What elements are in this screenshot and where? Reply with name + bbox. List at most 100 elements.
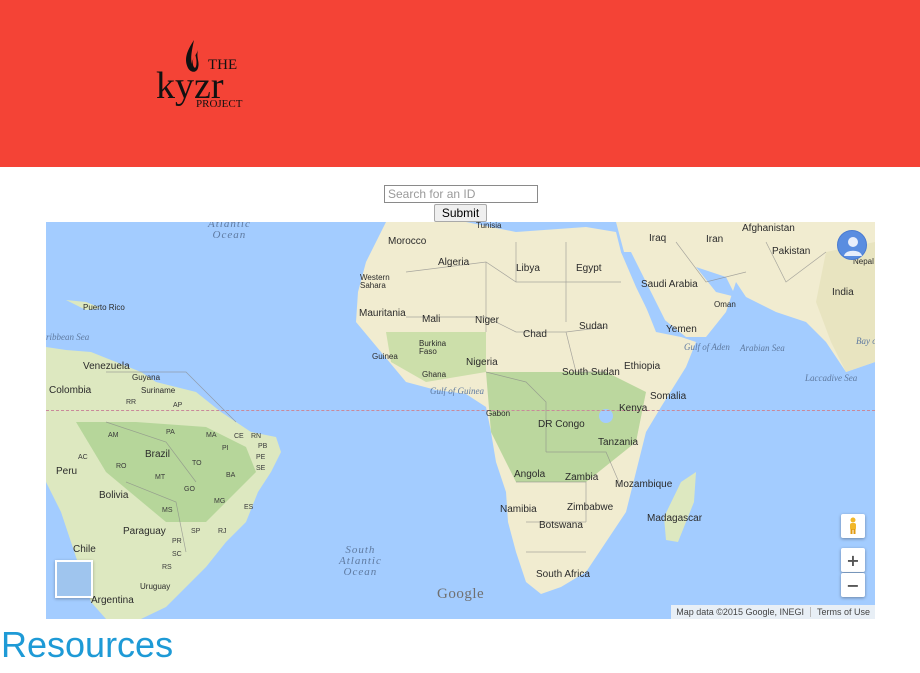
country-label: Guyana bbox=[132, 373, 161, 382]
country-label: Namibia bbox=[500, 504, 537, 515]
country-label: Paraguay bbox=[123, 526, 166, 537]
ocean-label-arabian-sea: Arabian Sea bbox=[740, 343, 785, 353]
country-label: South Sudan bbox=[562, 367, 620, 378]
svg-text:PROJECT: PROJECT bbox=[196, 98, 243, 110]
country-label: Ghana bbox=[422, 370, 447, 379]
state-label: GO bbox=[184, 486, 195, 493]
country-label: Mali bbox=[422, 314, 441, 325]
country-label: Mozambique bbox=[615, 479, 673, 490]
country-label: Uruguay bbox=[140, 582, 171, 591]
ocean-label-laccadive: Laccadive Sea bbox=[805, 373, 858, 383]
state-label: PE bbox=[256, 454, 266, 461]
country-label: Kenya bbox=[619, 403, 648, 414]
state-label: RR bbox=[126, 399, 137, 406]
ocean-label-gulf-aden: Gulf of Aden bbox=[684, 342, 730, 352]
flame-logo-icon: THE kyzr PROJECT bbox=[156, 40, 243, 110]
state-label: MS bbox=[162, 507, 173, 514]
submit-button[interactable]: Submit bbox=[434, 204, 487, 222]
ocean-label-bay: Bay o bbox=[856, 336, 875, 346]
state-label: AC bbox=[78, 454, 88, 461]
state-label: MG bbox=[214, 498, 226, 505]
google-logo: Google bbox=[437, 586, 485, 602]
country-label: Suriname bbox=[141, 386, 176, 395]
state-label: AP bbox=[173, 402, 183, 409]
country-label: Niger bbox=[475, 315, 499, 326]
country-label: Gabon bbox=[486, 409, 511, 418]
country-label: Oman bbox=[714, 300, 736, 309]
pegman-icon[interactable] bbox=[841, 514, 865, 538]
country-label: Iraq bbox=[649, 233, 667, 244]
country-label: Zimbabwe bbox=[567, 502, 614, 513]
country-label: Yemen bbox=[666, 324, 697, 335]
country-label: Pakistan bbox=[772, 246, 811, 257]
search-form: Submit bbox=[0, 184, 920, 222]
state-label: SE bbox=[256, 465, 266, 472]
country-label: Sudan bbox=[579, 321, 608, 332]
country-label: Tanzania bbox=[598, 437, 639, 448]
country-label: Zambia bbox=[565, 472, 599, 483]
state-label: PA bbox=[166, 429, 175, 436]
state-label: SP bbox=[191, 528, 201, 535]
state-label: MA bbox=[206, 432, 217, 439]
ocean-label-gulf-guinea: Gulf of Guinea bbox=[430, 386, 484, 396]
google-map[interactable]: Atlantic Ocean South Atlantic Ocean ribb… bbox=[46, 222, 875, 619]
country-label: Mauritania bbox=[359, 308, 406, 319]
country-label: Bolivia bbox=[99, 490, 129, 501]
map-overview-button[interactable] bbox=[55, 560, 93, 598]
country-label: Algeria bbox=[438, 257, 470, 268]
state-label: ES bbox=[244, 504, 254, 511]
country-label: Colombia bbox=[49, 385, 92, 396]
country-label: Madagascar bbox=[647, 513, 703, 524]
state-label: AM bbox=[108, 432, 119, 439]
state-label: PI bbox=[222, 445, 229, 452]
user-avatar-icon[interactable] bbox=[837, 230, 867, 260]
state-label: SC bbox=[172, 551, 182, 558]
ocean-label-atlantic: Atlantic Ocean bbox=[208, 222, 251, 241]
attribution-text: Map data ©2015 Google, INEGI bbox=[676, 607, 804, 617]
map-attribution: Map data ©2015 Google, INEGI Terms of Us… bbox=[671, 605, 875, 619]
country-label: Iran bbox=[706, 234, 724, 245]
country-label: Puerto Rico bbox=[83, 303, 125, 312]
state-label: RN bbox=[251, 433, 262, 440]
state-label: CE bbox=[234, 433, 244, 440]
state-label: PB bbox=[258, 443, 268, 450]
kyzr-logo[interactable]: THE kyzr PROJECT bbox=[156, 38, 252, 110]
country-label: Ethiopia bbox=[624, 361, 661, 372]
zoom-in-button[interactable]: + bbox=[841, 548, 865, 572]
search-input[interactable] bbox=[384, 185, 538, 203]
state-label: BA bbox=[226, 472, 236, 479]
country-label: Burkina Faso bbox=[419, 339, 447, 356]
state-label: MT bbox=[155, 474, 166, 481]
country-label: Brazil bbox=[145, 449, 171, 460]
country-label: Chile bbox=[73, 544, 96, 555]
country-label: Western Sahara bbox=[360, 273, 390, 290]
country-label: South Africa bbox=[536, 569, 590, 580]
country-label: Afghanistan bbox=[742, 223, 795, 234]
state-label: RO bbox=[116, 463, 127, 470]
state-label: RJ bbox=[218, 528, 227, 535]
attribution-divider bbox=[809, 607, 811, 617]
resources-heading: Resources bbox=[1, 624, 174, 665]
country-label: Saudi Arabia bbox=[641, 279, 698, 290]
country-label: DR Congo bbox=[538, 419, 585, 430]
country-label: Guinea bbox=[372, 352, 398, 361]
map-land-layer bbox=[46, 222, 875, 619]
country-label: Argentina bbox=[91, 595, 134, 606]
country-label: India bbox=[832, 287, 854, 298]
country-label: Egypt bbox=[576, 263, 602, 274]
country-label: Botswana bbox=[539, 520, 583, 531]
ocean-label-caribbean: ribbean Sea bbox=[46, 332, 90, 342]
zoom-out-button[interactable]: − bbox=[841, 573, 865, 597]
state-label: RS bbox=[162, 564, 172, 571]
ocean-label-south-atlantic: South Atlantic Ocean bbox=[339, 544, 382, 578]
terms-of-use-link[interactable]: Terms of Use bbox=[817, 607, 870, 617]
country-label: Peru bbox=[56, 466, 78, 477]
state-label: PR bbox=[172, 538, 182, 545]
country-label: Libya bbox=[516, 263, 540, 274]
country-label: Tunisia bbox=[476, 222, 502, 230]
country-label: Venezuela bbox=[83, 361, 130, 372]
state-label: TO bbox=[192, 460, 202, 467]
equator-line bbox=[46, 410, 875, 411]
site-header: THE kyzr PROJECT bbox=[0, 0, 920, 167]
country-label: Chad bbox=[523, 329, 547, 340]
